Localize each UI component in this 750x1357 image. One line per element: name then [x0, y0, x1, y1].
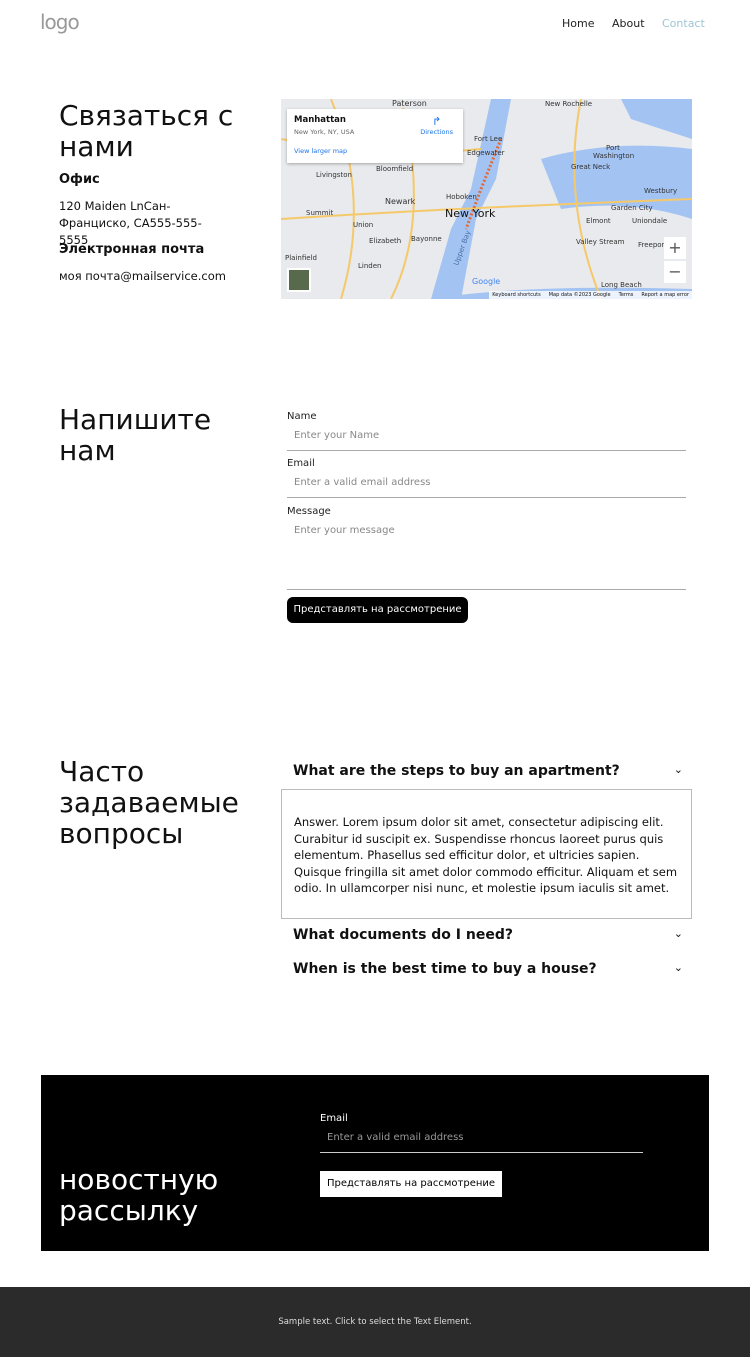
submit-button[interactable]: Представлять на рассмотрение [287, 597, 468, 623]
email-field-label: Email [287, 458, 315, 469]
logo[interactable]: logo [40, 10, 80, 34]
faq-question[interactable]: When is the best time to buy a house? ⌄ [293, 961, 683, 977]
faq-answer: Answer. Lorem ipsum dolor sit amet, cons… [281, 789, 692, 919]
google-logo: Google [472, 277, 501, 286]
faq-question-text: When is the best time to buy a house? [293, 961, 597, 977]
directions-label: Directions [420, 128, 453, 136]
newsletter-section: новостную рассылку Email Enter a valid e… [41, 1075, 709, 1251]
map-label: Livingston [316, 171, 352, 179]
map-label: Edgewater [467, 149, 505, 157]
keyboard-shortcuts-link[interactable]: Keyboard shortcuts [492, 292, 540, 298]
zoom-out-button[interactable]: − [664, 261, 686, 283]
newsletter-title: новостную рассылку [59, 1163, 219, 1227]
chevron-down-icon: ⌄ [673, 763, 683, 776]
map-label: Long Beach [601, 281, 642, 289]
map-label: Elizabeth [369, 237, 402, 245]
faq-question[interactable]: What are the steps to buy an apartment? ⌄ [293, 763, 683, 779]
chevron-down-icon: ⌄ [673, 961, 683, 974]
map-label: Linden [358, 262, 382, 270]
map-label: New Rochelle [545, 100, 593, 108]
newsletter-submit-button[interactable]: Представлять на рассмотрение [320, 1171, 502, 1197]
map[interactable]: Paterson New Rochelle Fort Lee Edgewater… [281, 99, 692, 299]
footer-text[interactable]: Sample text. Click to select the Text El… [278, 1317, 471, 1327]
map-label: Garden City [611, 204, 653, 212]
contact-title: Связаться с нами [59, 99, 234, 163]
form-title: Напишите нам [59, 403, 212, 467]
name-label: Name [287, 411, 317, 422]
report-error-link[interactable]: Report a map error [641, 292, 689, 298]
name-input[interactable]: Enter your Name [287, 430, 686, 451]
office-label: Офис [59, 172, 100, 187]
map-label: Great Neck [571, 163, 611, 171]
satellite-toggle[interactable] [287, 268, 311, 292]
email-input[interactable]: Enter a valid email address [287, 477, 686, 498]
faq-question[interactable]: What documents do I need? ⌄ [293, 927, 683, 943]
view-larger-map-link[interactable]: View larger map [294, 147, 456, 155]
chevron-down-icon: ⌄ [673, 927, 683, 940]
directions-button[interactable]: ↱ Directions [420, 115, 453, 136]
map-label: Bayonne [411, 235, 442, 243]
map-city-label: New York [445, 207, 496, 220]
nav-home[interactable]: Home [562, 17, 594, 30]
faq-question-text: What are the steps to buy an apartment? [293, 763, 620, 779]
directions-icon: ↱ [432, 115, 442, 128]
faq-title: Часто задаваемые вопросы [59, 755, 239, 850]
map-data: Map data ©2023 Google [548, 292, 611, 298]
map-label: Summit [306, 209, 334, 217]
map-label: Elmont [586, 217, 611, 225]
terms-link[interactable]: Terms [619, 292, 634, 298]
map-label: Westbury [644, 187, 678, 195]
newsletter-email-label: Email [320, 1113, 348, 1124]
map-label: Port Washington [593, 144, 635, 160]
faq-question-text: What documents do I need? [293, 927, 513, 943]
email-address: моя почта@mailservice.com [59, 269, 226, 283]
message-label: Message [287, 506, 331, 517]
nav-about[interactable]: About [612, 17, 645, 30]
map-label: Valley Stream [576, 238, 625, 246]
map-label: Uniondale [632, 217, 668, 225]
map-label: Freeport [638, 241, 668, 249]
email-label: Электронная почта [59, 242, 205, 257]
nav-contact[interactable]: Contact [662, 17, 705, 30]
map-place-card: Manhattan New York, NY, USA View larger … [287, 109, 463, 163]
message-textarea[interactable]: Enter your message [287, 525, 686, 590]
map-label: Newark [385, 197, 416, 206]
map-label: Paterson [391, 99, 428, 108]
footer: Sample text. Click to select the Text El… [0, 1287, 750, 1357]
zoom-in-button[interactable]: + [664, 237, 686, 259]
map-label: Bloomfield [376, 165, 414, 173]
map-label: Fort Lee [474, 135, 503, 143]
map-footer: Keyboard shortcuts Map data ©2023 Google… [489, 291, 692, 299]
map-label: Plainfield [285, 254, 317, 262]
map-label: Union [353, 221, 374, 229]
newsletter-email-input[interactable]: Enter a valid email address [320, 1132, 643, 1153]
map-label: Hoboken [446, 193, 477, 201]
